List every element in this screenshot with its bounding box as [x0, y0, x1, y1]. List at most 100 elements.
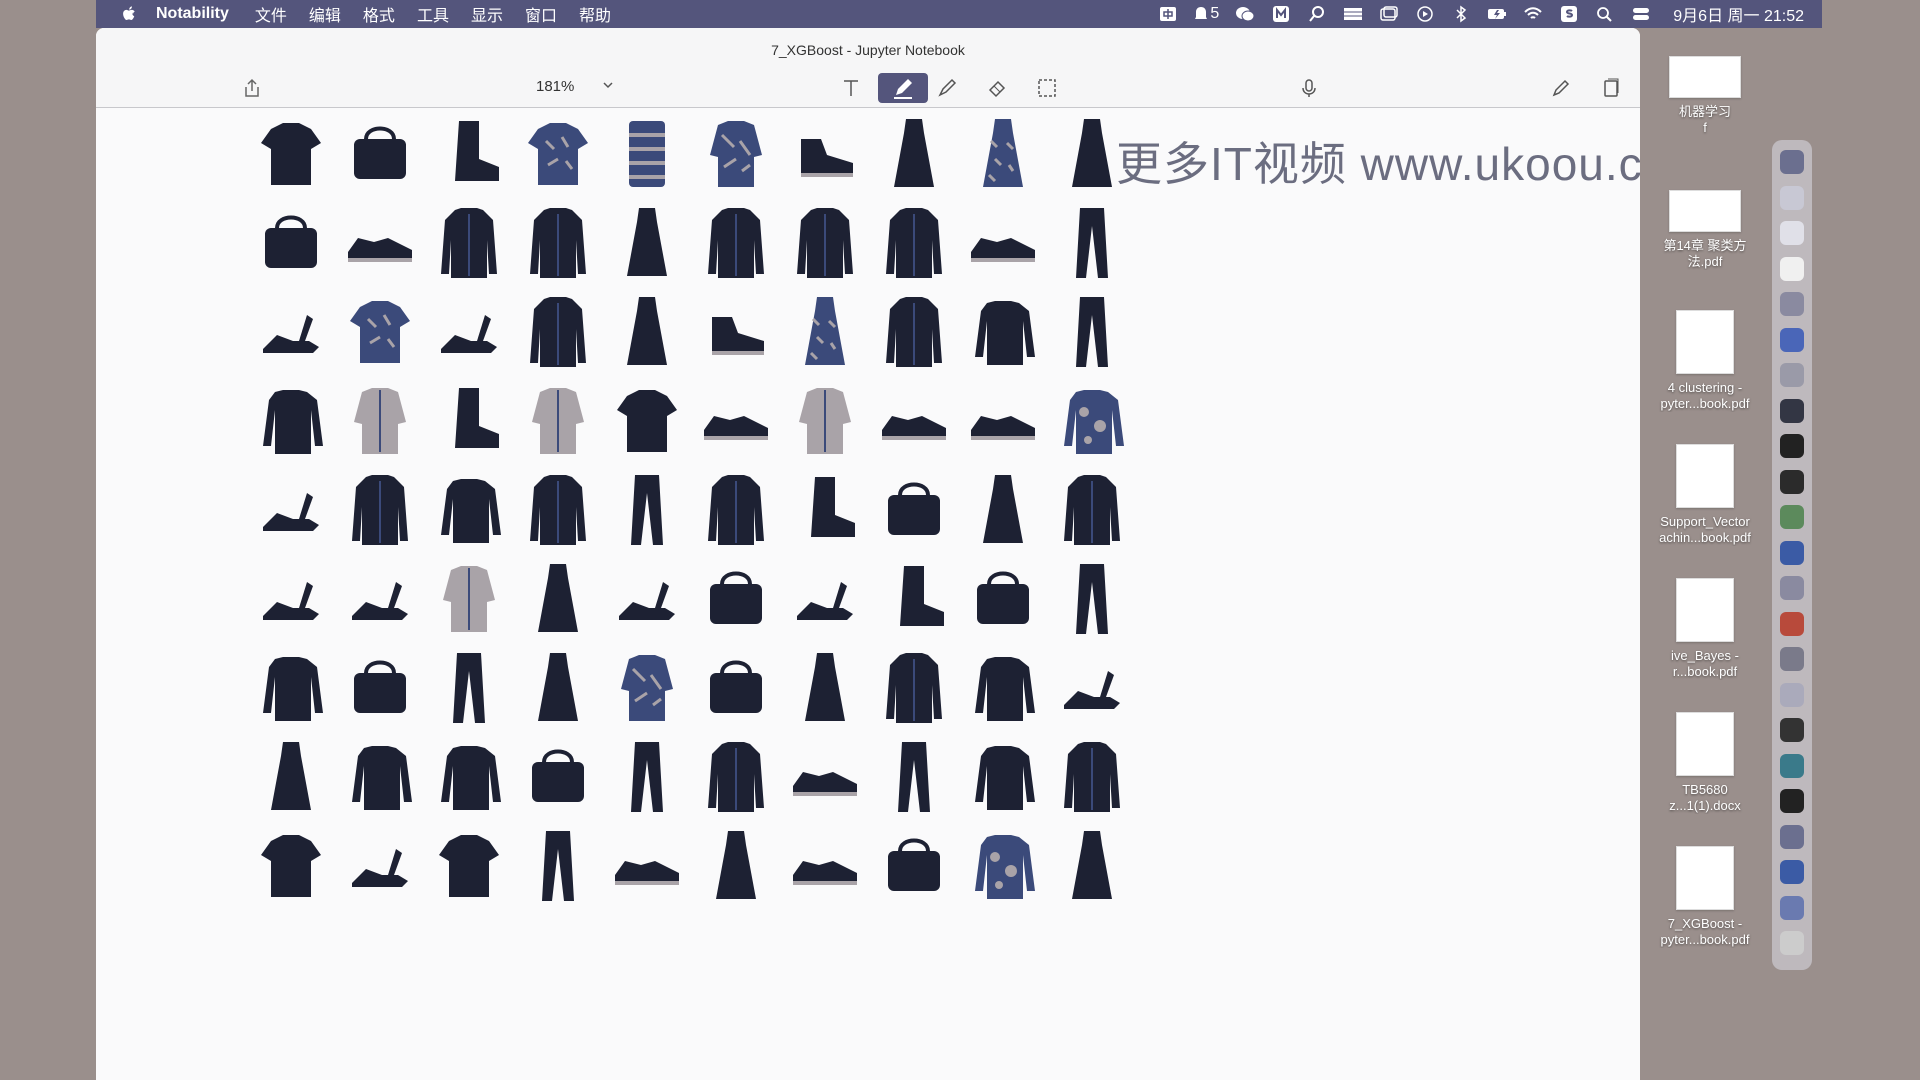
file-item[interactable]: 4 clustering - pyter...book.pdf — [1640, 310, 1770, 412]
highlighter-button[interactable] — [934, 75, 960, 101]
menu-help[interactable]: 帮助 — [579, 2, 611, 26]
screenshot-icon[interactable] — [1780, 576, 1804, 600]
grid-image-coat — [335, 464, 424, 553]
note-canvas[interactable]: 更多IT视频 www.ukoou.com — [96, 108, 1640, 1080]
file-thumbnail — [1676, 578, 1734, 642]
chevron-down-icon[interactable] — [601, 78, 615, 92]
grid-image-coat — [424, 197, 513, 286]
sneaker-icon — [881, 415, 946, 440]
preview-icon[interactable] — [1780, 363, 1804, 387]
wechat-icon[interactable] — [1235, 5, 1255, 23]
settings-icon[interactable] — [1780, 647, 1804, 671]
grid-image-bag — [691, 553, 780, 642]
menu-view[interactable]: 显示 — [471, 2, 503, 26]
grid-image-coat — [1047, 731, 1136, 820]
pen-icon[interactable] — [1780, 398, 1804, 423]
scale-icon[interactable] — [1780, 682, 1804, 707]
trouser-icon — [1075, 563, 1108, 634]
file-item[interactable]: 7_XGBoost - pyter...book.pdf — [1640, 846, 1770, 948]
grid-image-shirt — [780, 375, 869, 464]
grid-image-tshirt — [246, 108, 335, 197]
sneaker-high-icon — [800, 138, 853, 177]
grid-image-sneaker — [691, 375, 780, 464]
word-icon[interactable] — [1780, 540, 1804, 565]
notes-icon[interactable] — [1780, 256, 1804, 281]
menu-tools[interactable]: 工具 — [417, 2, 449, 26]
search-app-icon[interactable] — [1307, 5, 1327, 23]
annotate-button[interactable] — [1548, 75, 1574, 101]
gitkraken-icon[interactable] — [1780, 753, 1804, 778]
file-item[interactable]: ive_Bayes - r...book.pdf — [1640, 578, 1770, 680]
typora-icon[interactable] — [1780, 789, 1804, 813]
grid-image-tshirt — [602, 375, 691, 464]
record-button[interactable] — [1296, 75, 1322, 101]
menu-format[interactable]: 格式 — [363, 2, 395, 26]
lasso-select-icon — [1038, 79, 1056, 97]
grid-image-sneaker — [780, 731, 869, 820]
grid-image-sandal — [1047, 642, 1136, 731]
chrome-icon[interactable] — [1780, 185, 1804, 210]
terminal-icon[interactable] — [1780, 434, 1804, 458]
tshirt-icon — [438, 834, 499, 897]
grid-image-pullover — [424, 731, 513, 820]
menu-window[interactable]: 窗口 — [525, 2, 557, 26]
clock[interactable]: 9月6日 周一 21:52 — [1673, 2, 1804, 26]
m-app-icon[interactable] — [1271, 5, 1291, 23]
eraser-icon — [988, 80, 1006, 98]
menu-edit[interactable]: 编辑 — [309, 2, 341, 26]
app-name[interactable]: Notability — [156, 5, 229, 23]
coat-icon — [885, 296, 942, 367]
file-item[interactable]: 机器学习 f — [1640, 56, 1770, 136]
eraser-button[interactable] — [984, 75, 1010, 101]
github-icon[interactable] — [1780, 718, 1804, 742]
file-thumbnail — [1669, 56, 1741, 98]
file-item[interactable]: TB5680 z...1(1).docx — [1640, 712, 1770, 814]
powerpoint-icon[interactable] — [1780, 611, 1804, 636]
grid-image-sandal — [335, 820, 424, 909]
grid-image-coat — [691, 197, 780, 286]
dress-icon — [626, 207, 667, 276]
calendar-icon[interactable] — [1780, 221, 1804, 245]
grid-image-trouser — [424, 642, 513, 731]
lasso-button[interactable] — [1034, 75, 1060, 101]
sheets-icon[interactable] — [1780, 292, 1804, 316]
grid-image-pullover-pattern — [958, 820, 1047, 909]
file-thumbnail — [1676, 846, 1734, 910]
pen-tool-button-active[interactable] — [878, 73, 928, 103]
s-app-icon[interactable] — [1559, 5, 1579, 23]
sandal-icon — [351, 848, 408, 887]
battery-badge[interactable]: 5 — [1194, 5, 1219, 23]
coat-icon — [1063, 474, 1120, 545]
menu-extra-icon[interactable] — [1343, 5, 1363, 23]
bell-icon — [1195, 7, 1208, 19]
grid-image-coat — [780, 197, 869, 286]
bluetooth-icon[interactable] — [1451, 5, 1471, 23]
apple-icon[interactable] — [120, 4, 138, 24]
slack-icon[interactable] — [1780, 824, 1804, 849]
wifi-icon[interactable] — [1523, 5, 1543, 23]
play-icon[interactable] — [1415, 5, 1435, 23]
text-tool-button[interactable] — [838, 75, 864, 101]
finder-icon[interactable] — [1780, 150, 1804, 174]
desktop-background-left — [0, 0, 96, 1080]
page-view-button[interactable] — [1598, 75, 1624, 101]
file-thumbnail — [1676, 310, 1734, 374]
menu-file[interactable]: 文件 — [255, 2, 287, 26]
file-item[interactable]: Support_Vector achin...book.pdf — [1640, 444, 1770, 546]
share-button[interactable] — [239, 75, 265, 101]
vscode-icon[interactable] — [1780, 327, 1804, 352]
grid-image-sneaker-high — [691, 286, 780, 375]
feather-icon[interactable] — [1780, 895, 1804, 920]
zoom-level[interactable]: 181% — [536, 78, 574, 95]
grid-image-pullover — [424, 464, 513, 553]
notability-icon[interactable] — [1780, 860, 1804, 884]
trash-icon[interactable] — [1780, 931, 1804, 955]
input-method-icon[interactable] — [1158, 5, 1178, 23]
qq-icon[interactable] — [1780, 469, 1804, 494]
spotlight-icon[interactable] — [1595, 5, 1615, 23]
wechat-icon[interactable] — [1780, 505, 1804, 529]
file-item[interactable]: 第14章 聚类方 法.pdf — [1640, 190, 1770, 270]
window-icon[interactable] — [1379, 5, 1399, 23]
battery-icon[interactable] — [1487, 5, 1507, 23]
control-center-icon[interactable] — [1631, 5, 1651, 23]
